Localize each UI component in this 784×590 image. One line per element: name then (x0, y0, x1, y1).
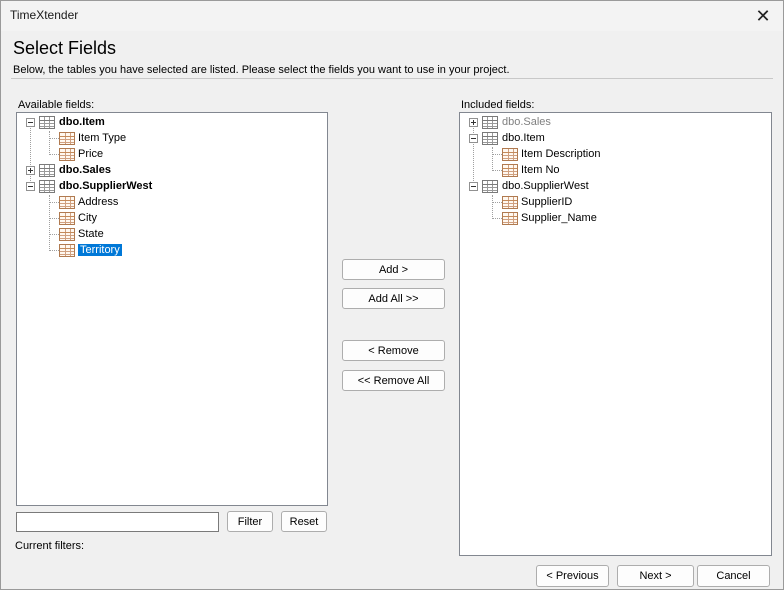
table-icon (482, 131, 498, 145)
tree-field-node-selected[interactable]: Territory (59, 242, 122, 258)
tree-node-label: Item Type (78, 132, 127, 144)
tree-connector (492, 170, 502, 171)
current-filters-label: Current filters: (15, 540, 85, 552)
tree-table-node[interactable]: dbo.Sales (26, 162, 111, 178)
field-icon (59, 211, 75, 225)
tree-table-node[interactable]: dbo.SupplierWest (26, 178, 152, 194)
tree-table-node[interactable]: dbo.Item (469, 130, 545, 146)
page-title: Select Fields (13, 38, 117, 58)
reset-button[interactable]: Reset (281, 511, 327, 532)
table-icon (482, 179, 498, 193)
tree-connector (492, 147, 493, 171)
tree-node-label: Item No (521, 164, 560, 176)
header-divider (11, 78, 773, 79)
minus-expander-icon[interactable] (26, 181, 35, 191)
field-icon (59, 195, 75, 209)
add-button[interactable]: Add > (342, 259, 445, 280)
tree-node-label: dbo.Sales (59, 164, 111, 176)
tree-node-label: Territory (78, 244, 122, 256)
tree-node-label: SupplierID (521, 196, 573, 208)
wizard-header: Select Fields Below, the tables you have… (1, 31, 783, 85)
tree-node-label: dbo.SupplierWest (502, 180, 589, 192)
tree-connector (492, 218, 502, 219)
tree-table-node[interactable]: dbo.Sales (469, 114, 551, 130)
tree-connector (49, 154, 59, 155)
page-description: Below, the tables you have selected are … (13, 64, 510, 76)
field-icon (502, 147, 518, 161)
tree-node-label: dbo.Item (502, 132, 545, 144)
tree-connector (49, 234, 59, 235)
field-icon (502, 195, 518, 209)
cancel-button[interactable]: Cancel (697, 565, 770, 587)
minus-expander-icon[interactable] (469, 133, 478, 143)
minus-expander-icon[interactable] (469, 181, 478, 191)
add-all-button[interactable]: Add All >> (342, 288, 445, 309)
tree-connector (492, 154, 502, 155)
tree-field-node[interactable]: Item Type (59, 130, 126, 146)
field-icon (59, 131, 75, 145)
field-icon (59, 227, 75, 241)
close-icon[interactable]: ✕ (743, 1, 783, 31)
tree-connector (49, 218, 59, 219)
tree-field-node[interactable]: Item Description (502, 146, 600, 162)
tree-connector (49, 250, 59, 251)
tree-connector (49, 202, 59, 203)
tree-field-node[interactable]: Item No (502, 162, 560, 178)
dialog-window: TimeXtender ✕ Select Fields Below, the t… (0, 0, 784, 590)
tree-node-label: State (78, 228, 104, 240)
tree-node-label: Address (78, 196, 119, 208)
field-icon (59, 147, 75, 161)
tree-node-label: Price (78, 148, 104, 160)
title-bar: TimeXtender ✕ (1, 1, 783, 31)
included-fields-label: Included fields: (461, 99, 535, 111)
next-button[interactable]: Next > (617, 565, 694, 587)
minus-expander-icon[interactable] (26, 117, 35, 127)
included-fields-tree[interactable]: dbo.Sales dbo.Item Item Description Item… (459, 112, 772, 556)
tree-connector (49, 138, 59, 139)
tree-node-label: dbo.Item (59, 116, 105, 128)
tree-node-label: Supplier_Name (521, 212, 597, 224)
table-icon (39, 163, 55, 177)
window-title: TimeXtender (10, 8, 79, 22)
tree-table-node[interactable]: dbo.SupplierWest (469, 178, 589, 194)
tree-field-node[interactable]: State (59, 226, 104, 242)
field-icon (59, 243, 75, 257)
filter-button[interactable]: Filter (227, 511, 273, 532)
field-icon (502, 163, 518, 177)
tree-connector (49, 195, 50, 251)
field-icon (502, 211, 518, 225)
remove-all-button[interactable]: << Remove All (342, 370, 445, 391)
table-icon (39, 179, 55, 193)
table-icon (482, 115, 498, 129)
tree-connector (49, 131, 50, 155)
tree-node-label: Item Description (521, 148, 601, 160)
available-fields-label: Available fields: (18, 99, 95, 111)
filter-input[interactable] (16, 512, 219, 532)
tree-node-label: City (78, 212, 97, 224)
tree-field-node[interactable]: Price (59, 146, 103, 162)
plus-expander-icon[interactable] (26, 165, 35, 175)
tree-node-label: dbo.Sales (502, 116, 551, 128)
table-icon (39, 115, 55, 129)
tree-node-label: dbo.SupplierWest (59, 180, 153, 192)
remove-button[interactable]: < Remove (342, 340, 445, 361)
tree-field-node[interactable]: SupplierID (502, 194, 572, 210)
tree-field-node[interactable]: Address (59, 194, 118, 210)
previous-button[interactable]: < Previous (536, 565, 609, 587)
plus-expander-icon[interactable] (469, 117, 478, 127)
tree-table-node[interactable]: dbo.Item (26, 114, 105, 130)
tree-field-node[interactable]: Supplier_Name (502, 210, 597, 226)
available-fields-tree[interactable]: dbo.Item Item Type Price dbo.Sales dbo.S… (16, 112, 328, 506)
tree-connector (492, 202, 502, 203)
tree-field-node[interactable]: City (59, 210, 97, 226)
tree-connector (492, 195, 493, 219)
